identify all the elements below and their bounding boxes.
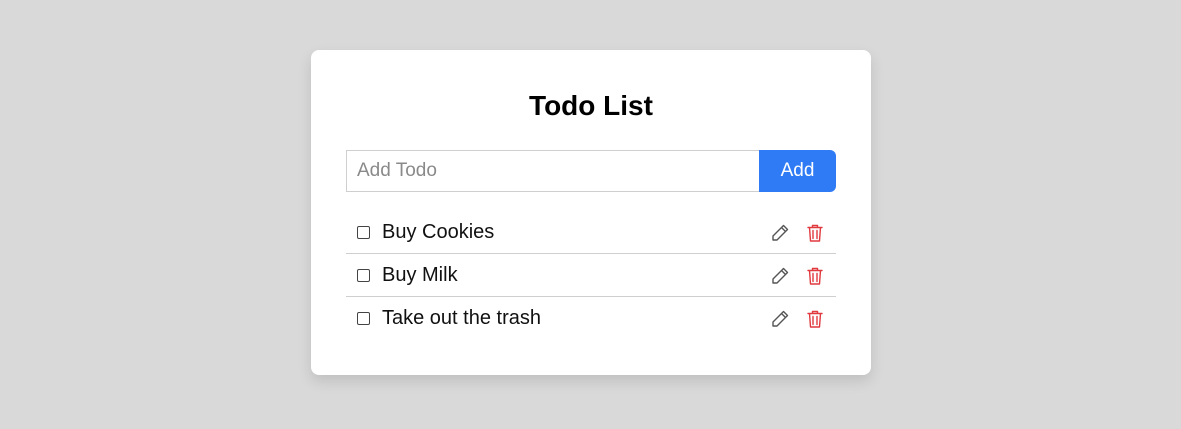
todo-checkbox[interactable] xyxy=(357,268,370,282)
add-todo-input[interactable] xyxy=(346,150,759,192)
trash-icon[interactable] xyxy=(804,308,826,330)
trash-icon[interactable] xyxy=(804,265,826,287)
todo-label: Take out the trash xyxy=(382,307,541,329)
list-item: Buy Cookies xyxy=(346,211,836,254)
todo-list: Buy Cookies Buy Milk Take out the trash xyxy=(346,211,836,340)
list-item: Take out the trash xyxy=(346,297,836,340)
todo-actions xyxy=(769,254,826,297)
pencil-icon[interactable] xyxy=(769,265,791,287)
todo-actions xyxy=(769,297,826,340)
trash-icon[interactable] xyxy=(804,222,826,244)
pencil-icon[interactable] xyxy=(769,222,791,244)
todo-label: Buy Milk xyxy=(382,263,458,286)
todo-label: Buy Cookies xyxy=(382,220,495,243)
todo-checkbox[interactable] xyxy=(357,312,370,325)
todo-actions xyxy=(769,211,826,254)
todo-card: Todo List Add Buy Cookies Buy Milk xyxy=(311,50,871,375)
pencil-icon[interactable] xyxy=(769,308,791,330)
list-item: Buy Milk xyxy=(346,254,836,297)
add-button[interactable]: Add xyxy=(759,150,836,192)
add-todo-form: Add xyxy=(346,150,836,192)
page-title: Todo List xyxy=(529,90,653,121)
todo-checkbox[interactable] xyxy=(357,225,370,239)
